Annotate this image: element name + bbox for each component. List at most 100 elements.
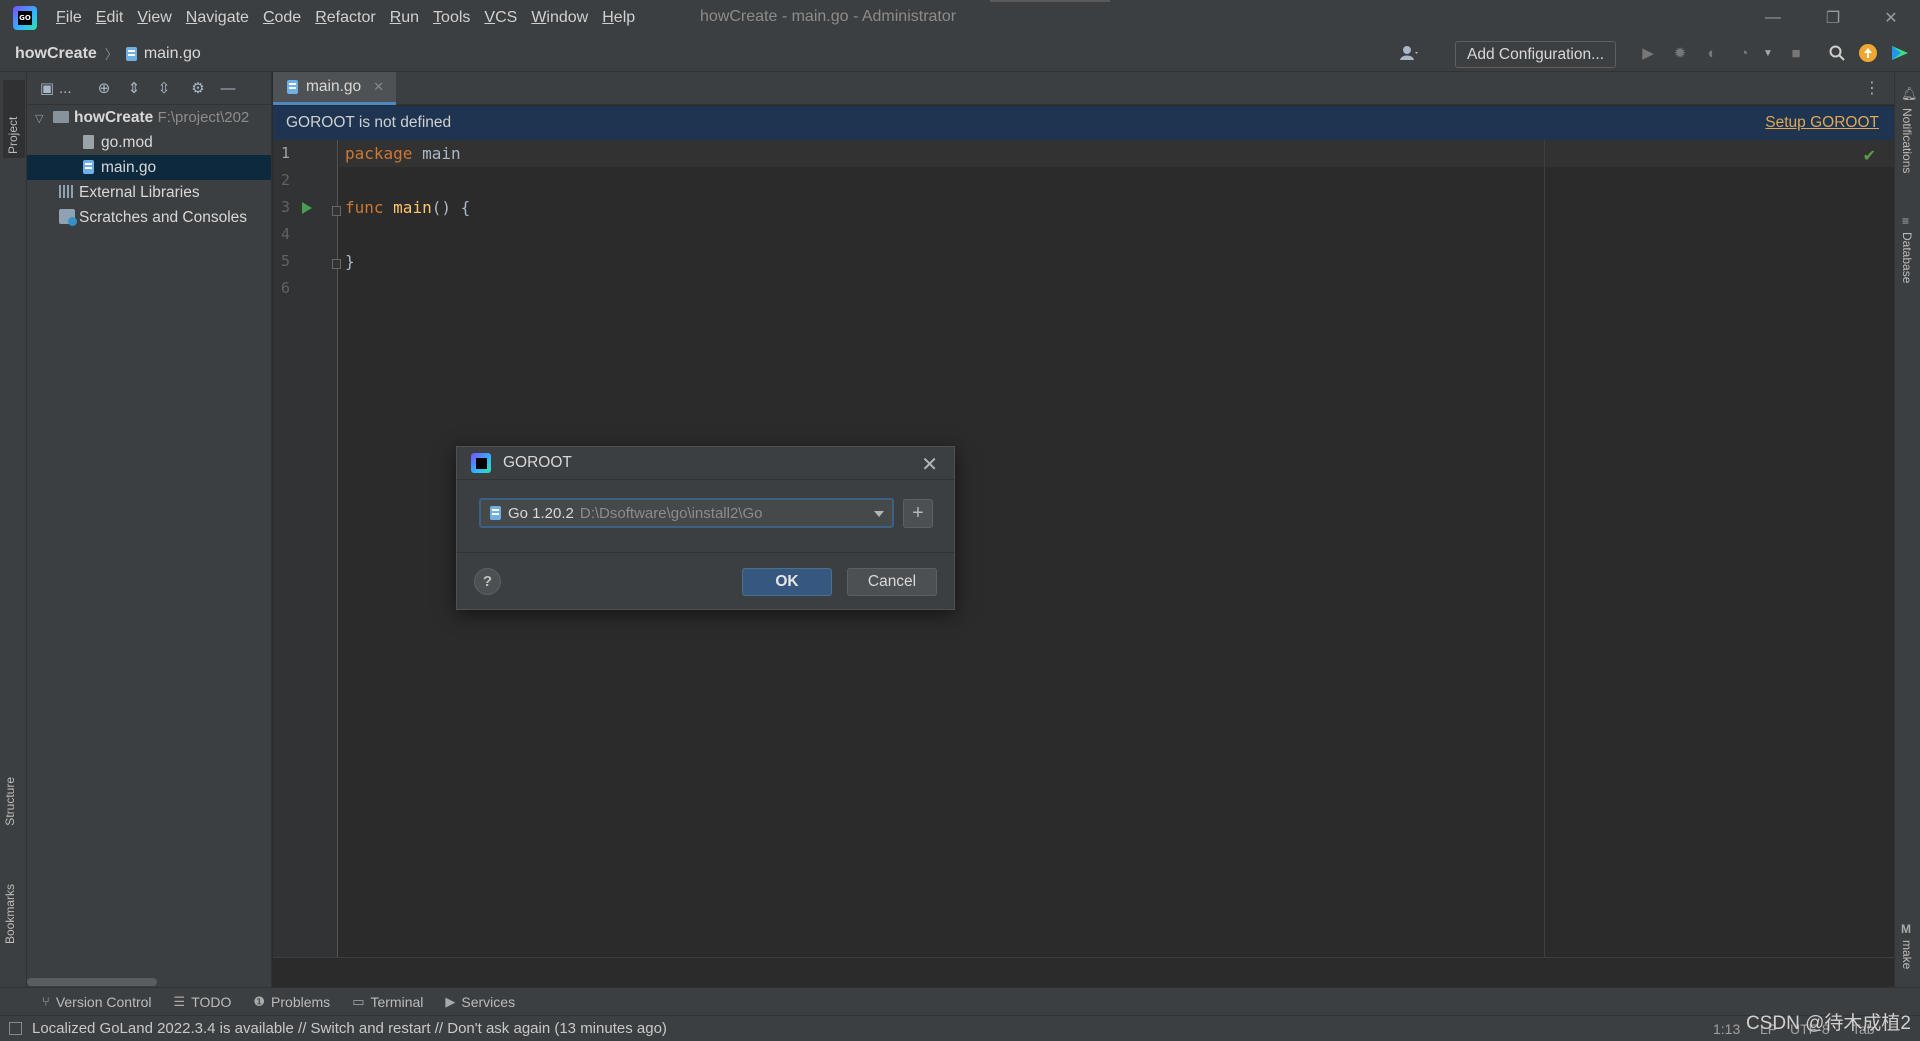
- search-icon[interactable]: [1827, 43, 1847, 63]
- tree-item-label: Scratches and Consoles: [79, 209, 248, 226]
- coverage-icon[interactable]: ◐: [1702, 43, 1722, 63]
- go-sdk-icon: [490, 506, 501, 520]
- fold-open-icon[interactable]: [332, 206, 341, 216]
- tab-main-go[interactable]: main.go ✕: [273, 72, 397, 105]
- menu-code[interactable]: Code: [263, 9, 301, 27]
- tree-item-main-go[interactable]: main.go: [27, 155, 271, 180]
- restore-button[interactable]: ❐: [1804, 0, 1862, 36]
- project-view-dropdown[interactable]: ...: [59, 80, 77, 97]
- debug-icon[interactable]: ✹: [1670, 43, 1690, 63]
- database-tool-tab[interactable]: Database: [1900, 232, 1914, 283]
- banner-message: GOROOT is not defined: [286, 114, 452, 131]
- info-icon: ❶: [253, 993, 266, 1009]
- menu-view[interactable]: View: [137, 9, 171, 27]
- go-file-icon: [125, 46, 137, 61]
- add-sdk-button[interactable]: +: [903, 499, 933, 528]
- tool-label: Version Control: [55, 993, 152, 1010]
- tree-item-project-root[interactable]: ▽ howCreate F:\project\202: [27, 105, 271, 130]
- tree-item-path: F:\project\202: [157, 109, 250, 126]
- menu-edit[interactable]: Edit: [96, 9, 124, 27]
- make-icon[interactable]: M: [1901, 922, 1911, 936]
- locate-file-icon[interactable]: ⊕: [89, 79, 119, 97]
- goroot-sdk-select[interactable]: Go 1.20.2 D:\Dsoftware\go\install2\Go: [479, 498, 894, 528]
- run-gutter-icon[interactable]: [302, 202, 312, 214]
- navigation-bar: howCreate 〉 main.go Add Configuration...…: [0, 36, 1920, 72]
- profile-icon[interactable]: ◔: [1734, 43, 1754, 63]
- notifications-bell-icon[interactable]: 🔔︎: [1901, 86, 1918, 102]
- close-icon[interactable]: ✕: [921, 452, 938, 477]
- setup-goroot-link[interactable]: Setup GOROOT: [1765, 114, 1879, 132]
- fold-close-icon[interactable]: [332, 259, 341, 269]
- project-horizontal-scrollbar[interactable]: [27, 978, 157, 986]
- caret-position[interactable]: 1:13: [1713, 1021, 1740, 1037]
- tree-item-go-mod[interactable]: go.mod: [27, 130, 271, 155]
- go-file-icon: [287, 80, 298, 94]
- project-tool-tab[interactable]: Project: [3, 80, 25, 158]
- code-line-5: }: [345, 252, 355, 271]
- project-view-icon[interactable]: ▣: [35, 79, 59, 97]
- tree-item-scratches[interactable]: Scratches and Consoles: [27, 205, 271, 230]
- menu-refactor[interactable]: Refactor: [315, 9, 375, 27]
- help-button[interactable]: ?: [474, 568, 501, 595]
- menu-tools[interactable]: Tools: [433, 9, 470, 27]
- database-icon[interactable]: ≡: [1902, 214, 1909, 228]
- services-tool-button[interactable]: ▶ Services: [445, 994, 515, 1010]
- status-message[interactable]: Localized GoLand 2022.3.4 is available /…: [32, 1020, 667, 1037]
- goroot-warning-banner: GOROOT is not defined Setup GOROOT: [273, 106, 1894, 140]
- watermark: CSDN @待木成植2: [1746, 1013, 1911, 1034]
- editor-tab-bar: main.go ✕ ⋮: [273, 72, 1894, 105]
- expand-all-icon[interactable]: ⇕: [119, 79, 149, 97]
- gear-icon[interactable]: ⚙: [183, 79, 213, 97]
- menu-run[interactable]: Run: [390, 9, 419, 27]
- dialog-footer: ? OK Cancel: [457, 552, 954, 609]
- library-icon: [59, 185, 75, 198]
- go-file-icon: [83, 160, 94, 174]
- chevron-down-icon[interactable]: ▽: [35, 107, 49, 132]
- file-icon: [83, 135, 94, 149]
- terminal-tool-button[interactable]: ▭ Terminal: [352, 994, 423, 1010]
- line-number: 1: [281, 144, 291, 162]
- menu-help[interactable]: Help: [602, 9, 635, 27]
- branch-icon: ⑂: [42, 994, 50, 1009]
- tree-item-external-libraries[interactable]: External Libraries: [27, 180, 271, 205]
- version-control-tool-button[interactable]: ⑂ Version Control: [42, 994, 152, 1010]
- menu-file[interactable]: File: [56, 9, 82, 27]
- cancel-button[interactable]: Cancel: [847, 568, 937, 596]
- add-configuration-button[interactable]: Add Configuration...: [1455, 41, 1617, 68]
- ok-button[interactable]: OK: [742, 568, 832, 596]
- bookmarks-tool-tab[interactable]: Bookmarks: [3, 884, 17, 944]
- tree-item-label: go.mod: [101, 134, 153, 151]
- tree-item-label: main.go: [101, 159, 157, 176]
- close-window-button[interactable]: ✕: [1862, 0, 1920, 36]
- menu-vcs[interactable]: VCS: [484, 9, 517, 27]
- todo-tool-button[interactable]: ☰ TODO: [174, 994, 232, 1010]
- menu-navigate[interactable]: Navigate: [186, 9, 249, 27]
- inspection-ok-check-icon[interactable]: ✔: [1863, 146, 1876, 166]
- hide-panel-icon[interactable]: —: [213, 80, 243, 97]
- make-tool-tab[interactable]: make: [1900, 940, 1914, 969]
- more-run-options-chevron-down-icon[interactable]: ▼: [1758, 43, 1778, 63]
- tool-label: Problems: [271, 993, 331, 1010]
- chevron-down-icon[interactable]: [874, 511, 884, 517]
- package-name: main: [412, 144, 461, 163]
- user-icon[interactable]: [1400, 43, 1420, 63]
- line-number: 3: [281, 198, 291, 216]
- toolbox-icon[interactable]: [1890, 43, 1910, 63]
- services-icon: ▶: [445, 993, 456, 1009]
- problems-tool-button[interactable]: ❶ Problems: [253, 994, 330, 1010]
- minimize-button[interactable]: —: [1744, 0, 1802, 36]
- more-options-icon[interactable]: ⋮: [1864, 78, 1880, 98]
- notifications-tool-tab[interactable]: Notifications: [1900, 108, 1914, 173]
- stop-icon[interactable]: ■: [1786, 43, 1806, 63]
- close-tab-icon[interactable]: ✕: [373, 79, 384, 95]
- status-toggle-icon[interactable]: [9, 1022, 22, 1035]
- breadcrumb-file[interactable]: main.go: [144, 45, 201, 63]
- structure-tool-tab[interactable]: Structure: [3, 777, 17, 826]
- menu-window[interactable]: Window: [531, 9, 588, 27]
- title-bar: GO File Edit View Navigate Code Refactor…: [0, 0, 1920, 36]
- run-icon[interactable]: ▶: [1638, 43, 1658, 63]
- line-number: 2: [281, 171, 291, 189]
- collapse-all-icon[interactable]: ⇳: [149, 79, 179, 97]
- update-icon[interactable]: [1858, 43, 1878, 63]
- breadcrumb-project[interactable]: howCreate: [15, 45, 97, 63]
